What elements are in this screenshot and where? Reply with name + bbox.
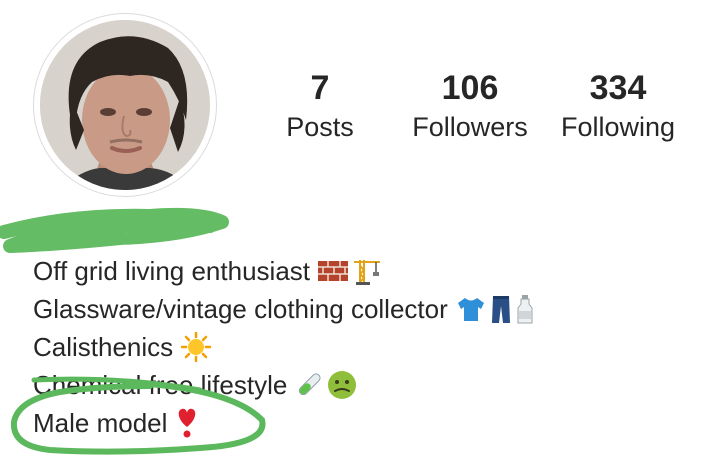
tshirt-icon [456, 296, 486, 322]
jeans-icon [490, 294, 512, 324]
nauseated-face-icon [327, 370, 357, 400]
posts-stat[interactable]: 7 Posts [286, 66, 354, 144]
bio-line-text: Calisthenics [33, 332, 174, 362]
bio-line-text: Off grid living enthusiast [33, 256, 310, 286]
profile-stats: 7 Posts 106 Followers 334 Following [270, 66, 700, 156]
bio-line-text: Chemical free lifestyle [33, 370, 288, 400]
followers-label: Followers [412, 112, 528, 142]
brick-icon [318, 258, 348, 284]
profile-avatar-ring[interactable] [33, 13, 217, 197]
milk-bottle-icon [516, 294, 534, 324]
avatar[interactable] [40, 20, 210, 190]
posts-count: 7 [310, 69, 330, 107]
sun-icon [181, 332, 212, 362]
bio-line-text: Glassware/vintage clothing collector [33, 294, 448, 324]
profile-bio: Off grid living enthusiast Glassware/vin… [33, 252, 693, 442]
avatar-photo [40, 20, 210, 190]
exclamation-heart-icon [175, 407, 199, 439]
followers-stat[interactable]: 106 Followers [412, 66, 528, 144]
following-label: Following [560, 112, 676, 142]
bio-line-text: Male model [33, 408, 168, 438]
bio-line: Glassware/vintage clothing collector [33, 290, 693, 328]
bio-line: Chemical free lifestyle [33, 366, 693, 404]
test-tube-icon [295, 371, 323, 399]
posts-label: Posts [286, 112, 354, 142]
followers-count: 106 [441, 69, 499, 107]
bio-line: Male model [33, 404, 693, 442]
construction-crane-icon [352, 256, 382, 286]
bio-line: Off grid living enthusiast [33, 252, 693, 290]
following-stat[interactable]: 334 Following [561, 66, 675, 144]
following-count: 334 [589, 69, 647, 107]
bio-line: Calisthenics [33, 328, 693, 366]
